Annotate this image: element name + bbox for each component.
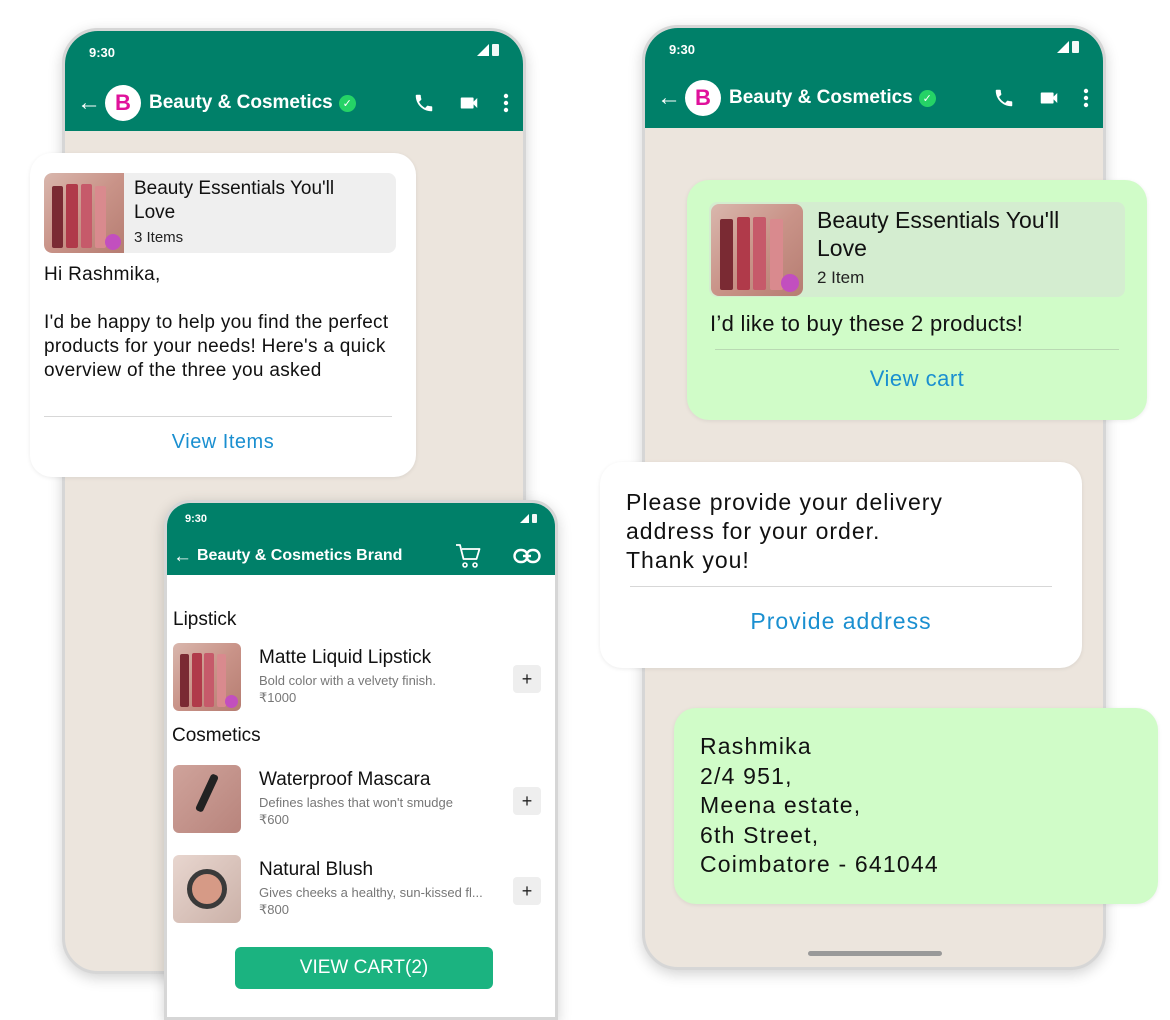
message-body: I’d like to buy these 2 products! — [710, 311, 1024, 336]
more-vert-icon[interactable] — [1083, 88, 1089, 108]
cart-message-bubble: Beauty Essentials You'll Love 2 Item I’d… — [687, 180, 1147, 420]
catalog-count: 3 Items — [134, 229, 184, 246]
blush-thumbnail — [173, 855, 241, 923]
product-price: ₹800 — [259, 902, 289, 917]
status-time: 9:30 — [185, 513, 208, 525]
catalog-title: Beauty & Cosmetics Brand — [197, 547, 403, 564]
chat-header: 9:30 ← B Beauty & Cosmetics ✓ — [645, 28, 1103, 128]
status-icons — [520, 514, 537, 523]
status-icons — [477, 44, 499, 56]
chat-header: 9:30 ← B Beauty & Cosmetics ✓ — [65, 31, 523, 131]
view-items-button[interactable]: View Items — [30, 431, 416, 454]
phone-icon[interactable] — [413, 92, 435, 114]
verified-check-icon: ✓ — [338, 94, 356, 112]
product-description: Defines lashes that won't smudge — [259, 795, 453, 810]
lipstick-thumbnail — [711, 204, 803, 296]
signal-icon — [1057, 41, 1069, 53]
status-icons — [1057, 41, 1079, 53]
phone-icon[interactable] — [993, 87, 1015, 109]
message-body: Rashmika 2/4 951, Meena estate, 6th Stre… — [700, 733, 939, 877]
video-icon[interactable] — [457, 92, 481, 114]
product-price: ₹600 — [259, 812, 289, 827]
catalog-card[interactable]: Beauty Essentials You'll Love 2 Item — [709, 202, 1125, 297]
catalog-title: Beauty Essentials You'll Love — [817, 207, 1060, 261]
battery-icon — [1072, 41, 1079, 53]
address-request-bubble: Please provide your delivery address for… — [600, 462, 1082, 668]
product-name: Waterproof Mascara — [259, 769, 431, 790]
catalog-title: Beauty Essentials You'll Love — [134, 178, 335, 223]
arrow-left-icon[interactable]: ← — [77, 91, 101, 115]
divider — [44, 416, 392, 417]
arrow-left-icon[interactable]: ← — [657, 86, 681, 110]
message-body: Please provide your delivery address for… — [626, 489, 943, 573]
contact-name[interactable]: Beauty & Cosmetics — [729, 87, 913, 109]
catalog-header: 9:30 ← Beauty & Cosmetics Brand — [167, 503, 555, 575]
lipstick-thumbnail — [44, 173, 124, 253]
link-icon[interactable] — [513, 548, 541, 564]
address-reply-bubble: Rashmika 2/4 951, Meena estate, 6th Stre… — [674, 708, 1158, 904]
battery-icon — [532, 514, 537, 523]
lipstick-thumbnail — [173, 643, 241, 711]
view-cart-button[interactable]: VIEW CART(2) — [235, 947, 493, 989]
battery-icon — [492, 44, 499, 56]
home-indicator — [808, 951, 942, 956]
divider — [630, 586, 1052, 587]
add-to-cart-button[interactable]: + — [513, 787, 541, 815]
signal-icon — [520, 514, 529, 523]
catalog-message-bubble: Beauty Essentials You'll Love 3 Items Hi… — [30, 153, 416, 477]
signal-icon — [477, 44, 489, 56]
product-description: Bold color with a velvety finish. — [259, 673, 437, 688]
catalog-count: 2 Item — [817, 268, 865, 287]
catalog-phone: 9:30 ← Beauty & Cosmetics Brand Lipstick — [164, 500, 558, 1020]
product-row[interactable]: Natural Blush Gives cheeks a healthy, su… — [173, 855, 545, 925]
mascara-thumbnail — [173, 765, 241, 833]
status-time: 9:30 — [669, 42, 696, 57]
product-price: ₹1000 — [259, 690, 297, 705]
view-cart-link[interactable]: View cart — [687, 366, 1147, 392]
add-to-cart-button[interactable]: + — [513, 877, 541, 905]
product-description: Gives cheeks a healthy, sun-kissed fl... — [259, 885, 483, 900]
verified-check-icon: ✓ — [918, 89, 936, 107]
avatar[interactable]: B — [105, 85, 141, 121]
cart-icon[interactable] — [455, 543, 483, 569]
status-time: 9:30 — [89, 45, 116, 60]
add-to-cart-button[interactable]: + — [513, 665, 541, 693]
contact-name[interactable]: Beauty & Cosmetics — [149, 92, 333, 114]
section-title-lipstick: Lipstick — [173, 609, 237, 630]
divider — [715, 349, 1119, 350]
more-vert-icon[interactable] — [503, 93, 509, 113]
message-body: Hi Rashmika, I'd be happy to help you fi… — [44, 264, 389, 381]
video-icon[interactable] — [1037, 87, 1061, 109]
provide-address-button[interactable]: Provide address — [600, 608, 1082, 635]
product-row[interactable]: Waterproof Mascara Defines lashes that w… — [173, 765, 545, 835]
product-name: Matte Liquid Lipstick — [259, 647, 432, 668]
catalog-card[interactable]: Beauty Essentials You'll Love 3 Items — [44, 173, 396, 253]
arrow-left-icon[interactable]: ← — [173, 547, 192, 566]
avatar[interactable]: B — [685, 80, 721, 116]
section-title-cosmetics: Cosmetics — [172, 725, 261, 746]
product-name: Natural Blush — [259, 859, 374, 880]
product-row[interactable]: Matte Liquid Lipstick Bold color with a … — [173, 643, 545, 713]
